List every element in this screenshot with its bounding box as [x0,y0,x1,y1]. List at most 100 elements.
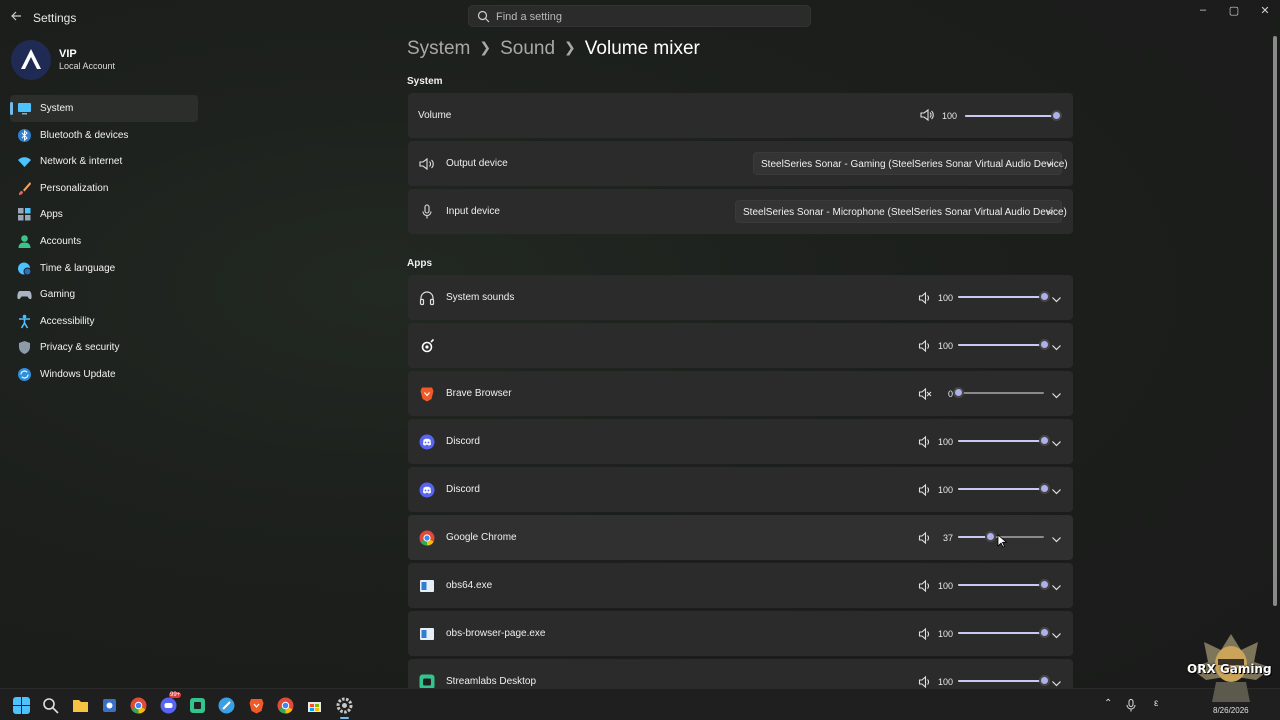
discord-taskbar-item[interactable]: 99+ [160,692,182,714]
maximize-button[interactable]: ▢ [1223,4,1245,20]
expand-chevron-icon[interactable] [1051,580,1062,591]
input-indicator[interactable]: ε [1154,698,1158,709]
sidebar-item-label: Time & language [40,262,116,274]
app-volume-slider[interactable] [958,434,1050,448]
file-explorer-icon[interactable] [72,697,89,714]
slider-track [958,392,1044,394]
search-icon[interactable] [42,697,59,714]
speaker-icon[interactable] [918,483,932,497]
app-volume-row: obs-browser-page.exe 100 [408,611,1073,656]
output-device-row: Output device SteelSeries Sonar - Gaming… [408,141,1073,186]
chrome-icon[interactable] [130,697,147,714]
output-device-dropdown[interactable]: SteelSeries Sonar - Gaming (SteelSeries … [753,152,1068,175]
speaker-icon[interactable] [920,108,934,122]
expand-chevron-icon[interactable] [1051,676,1062,687]
slider-thumb[interactable] [1039,435,1050,446]
breadcrumb-sound[interactable]: Sound [500,38,555,59]
speaker-icon[interactable] [918,339,932,353]
app-volume-slider[interactable] [953,386,1044,400]
brave-icon[interactable] [248,697,265,714]
sidebar-item-system[interactable]: System [10,95,198,122]
app-volume-row: Brave Browser 0 [408,371,1073,416]
expand-chevron-icon[interactable] [1051,340,1062,351]
expand-chevron-icon[interactable] [1051,388,1062,399]
app-volume-slider[interactable] [958,674,1050,688]
app-icon[interactable] [101,697,118,714]
sidebar-item-time-language[interactable]: Time & language [10,255,198,282]
search-icon [477,10,490,23]
back-arrow-icon[interactable] [8,8,24,24]
settings-taskbar-item[interactable] [336,697,353,719]
expand-chevron-icon[interactable] [1051,628,1062,639]
slider-thumb[interactable] [1039,627,1050,638]
search-input[interactable]: Find a setting [468,5,811,27]
app-volume-row: Discord 100 [408,419,1073,464]
sidebar-item-gaming[interactable]: Gaming [10,281,198,308]
speaker-icon[interactable] [918,627,932,641]
expand-chevron-icon[interactable] [1051,532,1062,543]
slider-fill [958,488,1044,490]
slider-fill [958,680,1044,682]
avatar [11,40,51,80]
expand-chevron-icon[interactable] [1051,292,1062,303]
speaker-icon[interactable] [918,675,932,689]
slider-thumb[interactable] [1039,483,1050,494]
chrome-icon[interactable] [277,697,294,714]
breadcrumb-system[interactable]: System [407,38,470,59]
windows-start-icon[interactable] [13,697,30,714]
app-volume-slider[interactable] [958,578,1050,592]
speaker-icon[interactable] [918,579,932,593]
input-device-row: Input device SteelSeries Sonar - Microph… [408,189,1073,234]
app-volume-slider[interactable] [958,338,1050,352]
app-volume-value: 0 [947,389,953,399]
slider-thumb[interactable] [984,531,996,542]
app-volume-value: 100 [937,581,953,591]
app-icon[interactable] [189,697,206,714]
slider-thumb[interactable] [1039,675,1050,686]
app-icon[interactable] [218,697,235,714]
slider-thumb[interactable] [1051,110,1062,121]
store-icon[interactable] [306,697,323,714]
expand-chevron-icon[interactable] [1051,436,1062,447]
speaker-muted-icon[interactable] [918,387,932,401]
output-device-label: Output device [446,158,508,169]
sidebar-item-personalization[interactable]: Personalization [10,175,198,202]
sidebar-item-accessibility[interactable]: Accessibility [10,308,198,335]
microphone-icon [422,204,432,219]
sidebar-item-bluetooth[interactable]: Bluetooth & devices [10,122,198,149]
chevron-up-icon[interactable]: ⌃ [1104,698,1112,709]
sidebar-item-privacy[interactable]: Privacy & security [10,334,198,361]
date[interactable]: 8/26/2026 [1213,706,1249,715]
slider-thumb[interactable] [1039,579,1050,590]
app-name: obs64.exe [446,580,493,591]
app-volume-slider[interactable] [958,626,1050,640]
sidebar-item-accounts[interactable]: Accounts [10,228,198,255]
speaker-icon[interactable] [918,435,932,449]
master-volume-slider[interactable] [965,109,1062,123]
sidebar-item-windows-update[interactable]: Windows Update [10,361,198,388]
slider-thumb[interactable] [1039,291,1050,302]
speaker-icon[interactable] [918,531,932,545]
avatar-logo-icon [21,49,41,69]
app-volume-slider[interactable] [958,482,1050,496]
app-volume-value: 100 [937,437,953,447]
minimize-button[interactable]: – [1192,4,1214,20]
scrollbar[interactable] [1273,36,1277,606]
output-device-selected: SteelSeries Sonar - Gaming (SteelSeries … [761,159,1068,170]
sidebar-item-network[interactable]: Network & internet [10,148,198,175]
app-name: Google Chrome [446,532,517,543]
sidebar-item-label: Accessibility [40,315,95,327]
slider-thumb[interactable] [953,387,964,398]
close-button[interactable]: ✕ [1254,4,1276,20]
slider-thumb[interactable] [1039,339,1050,350]
expand-chevron-icon[interactable] [1051,484,1062,495]
app-volume-slider[interactable] [958,290,1050,304]
app-volume-row: Discord 100 [408,467,1073,512]
speaker-icon[interactable] [918,291,932,305]
slider-fill [958,296,1044,298]
brush-icon [19,181,31,195]
input-device-dropdown[interactable]: SteelSeries Sonar - Microphone (SteelSer… [735,200,1067,223]
app-name: Brave Browser [446,388,512,399]
microphone-icon[interactable] [1126,699,1136,712]
sidebar-item-apps[interactable]: Apps [10,201,198,228]
